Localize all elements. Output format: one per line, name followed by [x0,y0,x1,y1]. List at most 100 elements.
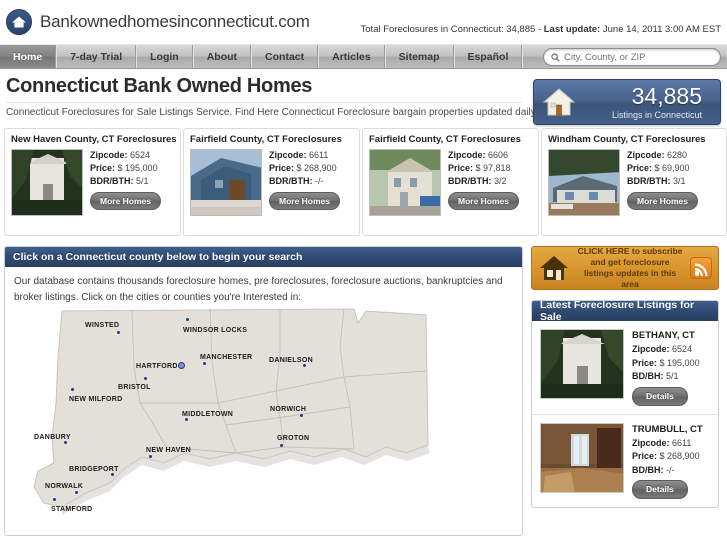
county-panel-heading: Click on a Connecticut county below to b… [5,247,522,267]
map-label-manchester[interactable]: MANCHESTER [200,354,252,361]
search-box[interactable] [543,48,721,66]
subscribe-line-1: CLICK HERE to subscribe [577,245,683,256]
map-label-new-haven[interactable]: NEW HAVEN [146,447,191,454]
listing-price-row: Price: $ 268,900 [632,450,703,464]
map-dot-bristol[interactable] [144,377,147,380]
more-homes-button[interactable]: More Homes [448,192,520,211]
zipcode-value: 6606 [488,150,509,160]
map-label-danbury[interactable]: DANBURY [34,434,71,441]
map-label-new-milford[interactable]: NEW MILFORD [69,396,122,403]
subscribe-banner[interactable]: CLICK HERE to subscribe and get foreclos… [531,246,719,290]
property-photo [11,149,83,216]
bdr-label: BDR/BTH: [448,176,492,187]
nav-item-login[interactable]: Login [136,45,193,68]
zipcode-value: 6524 [130,150,151,160]
price-label: Price: [632,451,658,462]
title-divider [6,102,522,103]
bd-value: -/- [666,464,675,475]
map-dot-new-haven[interactable] [149,455,152,458]
featured-card[interactable]: Fairfield County, CT Foreclosures Zipcod… [183,128,360,236]
brand[interactable]: Bankownedhomesinconnecticut.com [6,9,310,35]
map-dot-windsor-locks[interactable] [186,318,189,321]
card-price-row: Price: $ 69,900 [627,162,698,175]
map-dot-danbury[interactable] [64,441,67,444]
card-zipcode-row: Zipcode: 6611 [269,149,340,162]
map-label-stamford[interactable]: STAMFORD [51,506,93,513]
zipcode-value: 6280 [667,150,688,160]
listing-photo [540,422,624,493]
featured-cards: New Haven County, CT Foreclosures Zipcod… [0,128,727,236]
bd-value: 5/1 [666,371,679,382]
map-label-danielson[interactable]: DANIELSON [269,357,313,364]
bdr-value: -/- [315,176,324,187]
search-input[interactable] [564,51,713,63]
more-homes-button[interactable]: More Homes [269,192,341,211]
zipcode-label: Zipcode: [448,150,486,160]
listing-info: TRUMBULL, CT Zipcode: 6611 Price: $ 268,… [632,423,703,499]
bdr-label: BDR/BTH: [269,176,313,187]
map-dot-winsted[interactable] [117,331,120,334]
map-label-middletown[interactable]: MIDDLETOWN [182,411,233,418]
map-label-bristol[interactable]: BRISTOL [118,384,151,391]
card-zipcode-row: Zipcode: 6524 [90,149,161,162]
map-dot-new-milford[interactable] [71,388,74,391]
nav-item-about[interactable]: About [192,45,252,68]
listing-item[interactable]: TRUMBULL, CT Zipcode: 6611 Price: $ 268,… [532,415,718,508]
nav-item-espanol[interactable]: Español [453,45,523,68]
nav-item-7-day-trial[interactable]: 7-day Trial [56,45,137,68]
rss-icon[interactable] [690,257,712,279]
featured-card[interactable]: New Haven County, CT Foreclosures Zipcod… [4,128,181,236]
more-homes-button[interactable]: More Homes [90,192,162,211]
map-dot-hartford-capital[interactable] [178,362,185,369]
property-photo [548,149,620,216]
map-dot-groton[interactable] [280,444,283,447]
map-label-groton[interactable]: GROTON [277,435,309,442]
details-button[interactable]: Details [632,480,688,499]
map-label-windsor-locks[interactable]: WINDSOR LOCKS [183,327,247,334]
map-dot-stamford[interactable] [53,498,56,501]
map-label-bridgeport[interactable]: BRIDGEPORT [69,466,119,473]
price-value: $ 195,000 [117,163,158,174]
map-svg [33,308,430,515]
subscribe-line-3: listings updates in this area [583,268,677,290]
map-dot-bridgeport[interactable] [111,473,114,476]
county-panel-body: Our database contains thousands foreclos… [5,267,522,535]
details-button[interactable]: Details [632,386,688,406]
more-homes-button[interactable]: More Homes [627,192,699,211]
zipcode-value: 6524 [672,344,693,355]
map-label-norwich[interactable]: NORWICH [270,406,306,413]
connecticut-county-map[interactable]: WINSTED WINDSOR LOCKS HARTFORD MANCHESTE… [14,307,513,535]
featured-card[interactable]: Fairfield County, CT Foreclosures Zipcod… [362,128,539,236]
listing-zipcode-row: Zipcode: 6611 [632,437,703,451]
nav-item-sitemap[interactable]: Sitemap [384,45,454,68]
map-dot-danielson[interactable] [303,364,306,367]
card-price-row: Price: $ 97,818 [448,162,519,175]
map-label-winsted[interactable]: WINSTED [85,322,119,329]
nav-item-articles[interactable]: Articles [318,45,385,68]
zipcode-value: 6611 [672,437,692,448]
map-label-hartford[interactable]: HARTFORD [136,363,178,370]
card-info: Zipcode: 6606 Price: $ 97,818 BDR/BTH: 3… [448,149,520,216]
bd-label: BD/BH: [632,464,664,475]
zipcode-label: Zipcode: [269,150,307,160]
property-photo [190,149,262,216]
site-header: Bankownedhomesinconnecticut.com Total Fo… [0,0,727,44]
listing-item[interactable]: BETHANY, CT Zipcode: 6524 Price: $ 195,0… [532,321,718,415]
card-body: Zipcode: 6606 Price: $ 97,818 BDR/BTH: 3… [369,149,532,216]
card-info: Zipcode: 6280 Price: $ 69,900 BDR/BTH: 3… [627,149,699,216]
nav-item-home[interactable]: Home [0,45,57,68]
map-label-norwalk[interactable]: NORWALK [45,483,83,490]
map-dot-manchester[interactable] [203,362,206,365]
card-price-row: Price: $ 268,900 [269,162,340,175]
featured-card[interactable]: Windham County, CT Foreclosures Zipcode:… [541,128,727,236]
price-value: $ 97,818 [475,163,511,174]
map-dot-middletown[interactable] [185,418,188,421]
badge-text: 34,885 Listings in Connecticut [582,84,712,120]
listing-zipcode-row: Zipcode: 6524 [632,343,700,357]
nav-item-contact[interactable]: Contact [251,45,319,68]
house-icon [540,256,568,280]
card-title: Fairfield County, CT Foreclosures [190,134,342,145]
property-photo [369,149,441,216]
map-dot-norwich[interactable] [300,414,303,417]
map-dot-norwalk[interactable] [75,491,78,494]
